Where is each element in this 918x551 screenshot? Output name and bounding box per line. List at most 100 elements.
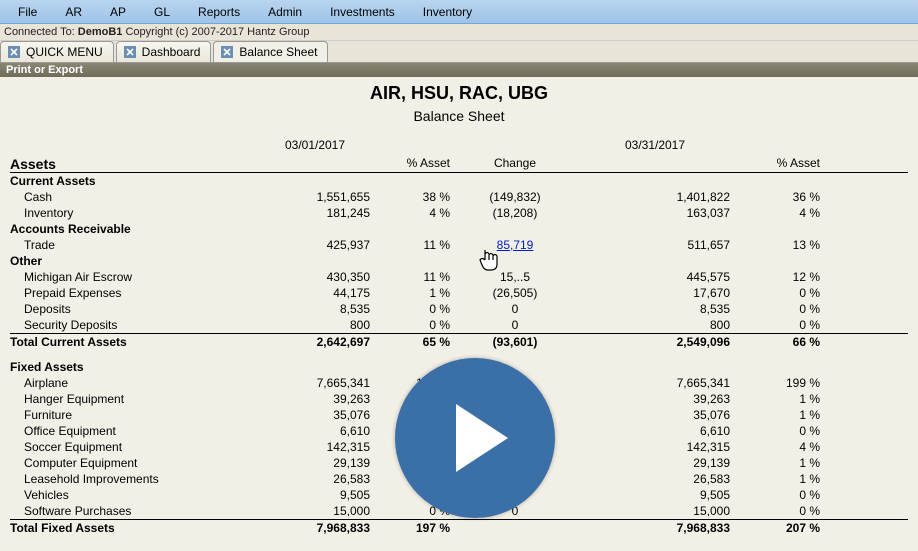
report-title: AIR, HSU, RAC, UBG	[10, 83, 908, 104]
row-value-1: 9,505	[260, 488, 370, 502]
row-value-2: 26,583	[580, 472, 730, 486]
status-copyright: Copyright (c) 2007-2017 Hantz Group	[122, 26, 309, 38]
total-current-assets-row: Total Current Assets2,642,69765 %(93,601…	[10, 333, 908, 349]
total-pct-2: 207 %	[730, 521, 820, 535]
row-value-1: 26,583	[260, 472, 370, 486]
menu-investments[interactable]: Investments	[316, 2, 409, 22]
play-button[interactable]	[395, 358, 555, 518]
menu-file[interactable]: File	[4, 2, 51, 22]
row-label: Software Purchases	[10, 504, 260, 518]
row-pct-1: 11 %	[370, 238, 450, 252]
row-value-2: 29,139	[580, 456, 730, 470]
table-row: Prepaid Expenses44,1751 %(26,505)17,6700…	[10, 285, 908, 301]
close-icon[interactable]	[123, 45, 137, 59]
total-pct-1: 65 %	[370, 335, 450, 349]
total-value-1: 7,968,833	[260, 521, 370, 535]
row-change: (18,208)	[450, 206, 580, 220]
pct-asset-header-1: % Asset	[370, 156, 450, 172]
row-pct-1: 11 %	[370, 270, 450, 284]
row-value-1: 15,000	[260, 504, 370, 518]
change-link[interactable]: 85,719	[497, 238, 534, 252]
tab-balance-sheet[interactable]: Balance Sheet	[213, 41, 328, 62]
row-value-1: 425,937	[260, 238, 370, 252]
menu-reports[interactable]: Reports	[184, 2, 254, 22]
total-value-2: 7,968,833	[580, 521, 730, 535]
other-heading: Other	[10, 254, 260, 268]
tab-dashboard[interactable]: Dashboard	[116, 41, 212, 62]
row-label: Security Deposits	[10, 318, 260, 332]
play-icon	[456, 404, 508, 472]
row-value-1: 7,665,341	[260, 376, 370, 390]
current-assets-heading: Current Assets	[10, 174, 260, 188]
change-header: Change	[450, 156, 580, 172]
row-change: 85,719	[450, 238, 580, 252]
close-icon[interactable]	[7, 45, 21, 59]
close-icon[interactable]	[220, 45, 234, 59]
status-bar: Connected To: DemoB1 Copyright (c) 2007-…	[0, 24, 918, 41]
table-row: Inventory181,2454 %(18,208)163,0374 %	[10, 205, 908, 221]
row-label: Inventory	[10, 206, 260, 220]
row-label: Computer Equipment	[10, 456, 260, 470]
row-value-2: 7,665,341	[580, 376, 730, 390]
row-value-2: 39,263	[580, 392, 730, 406]
menu-ar[interactable]: AR	[51, 2, 96, 22]
row-value-2: 8,535	[580, 302, 730, 316]
row-value-1: 35,076	[260, 408, 370, 422]
menu-inventory[interactable]: Inventory	[409, 2, 486, 22]
row-pct-2: 0 %	[730, 302, 820, 316]
status-db: DemoB1	[78, 26, 123, 38]
total-value-2: 2,549,096	[580, 335, 730, 349]
total-label: Total Current Assets	[10, 335, 260, 349]
row-label: Office Equipment	[10, 424, 260, 438]
print-export-bar[interactable]: Print or Export	[0, 63, 918, 77]
row-change: 0	[450, 318, 580, 332]
row-pct-2: 12 %	[730, 270, 820, 284]
row-pct-2: 1 %	[730, 408, 820, 422]
row-label: Deposits	[10, 302, 260, 316]
row-value-2: 163,037	[580, 206, 730, 220]
row-value-2: 511,657	[580, 238, 730, 252]
table-row: Michigan Air Escrow430,35011 %15,..5445,…	[10, 269, 908, 285]
row-value-1: 800	[260, 318, 370, 332]
total-value-1: 2,642,697	[260, 335, 370, 349]
row-pct-2: 1 %	[730, 392, 820, 406]
row-value-2: 142,315	[580, 440, 730, 454]
row-value-2: 17,670	[580, 286, 730, 300]
row-pct-2: 0 %	[730, 318, 820, 332]
row-pct-1: 1 %	[370, 286, 450, 300]
tab-strip: QUICK MENU Dashboard Balance Sheet	[0, 41, 918, 63]
tab-label: Dashboard	[142, 45, 201, 59]
menu-gl[interactable]: GL	[140, 2, 184, 22]
total-fixed-assets-row: Total Fixed Assets7,968,833197 %7,968,83…	[10, 519, 908, 535]
total-change: (93,601)	[450, 335, 580, 349]
tab-label: QUICK MENU	[26, 45, 103, 59]
row-value-1: 29,139	[260, 456, 370, 470]
accounts-receivable-heading: Accounts Receivable	[10, 222, 260, 236]
row-pct-1: 38 %	[370, 190, 450, 204]
date-col-2: 03/31/2017	[580, 138, 730, 152]
total-pct-1: 197 %	[370, 521, 450, 535]
row-pct-2: 0 %	[730, 286, 820, 300]
row-pct-2: 4 %	[730, 206, 820, 220]
table-row: Deposits8,5350 %08,5350 %	[10, 301, 908, 317]
row-value-1: 181,245	[260, 206, 370, 220]
row-label: Furniture	[10, 408, 260, 422]
row-label: Michigan Air Escrow	[10, 270, 260, 284]
row-value-1: 8,535	[260, 302, 370, 316]
menu-ap[interactable]: AP	[96, 2, 140, 22]
menu-bar: FileARAPGLReportsAdminInvestmentsInvento…	[0, 0, 918, 24]
tab-quick-menu[interactable]: QUICK MENU	[0, 41, 114, 62]
row-label: Vehicles	[10, 488, 260, 502]
row-value-1: 142,315	[260, 440, 370, 454]
table-row: Trade425,93711 %85,719511,65713 %	[10, 237, 908, 253]
row-label: Prepaid Expenses	[10, 286, 260, 300]
menu-admin[interactable]: Admin	[254, 2, 316, 22]
row-label: Hanger Equipment	[10, 392, 260, 406]
date-col-1: 03/01/2017	[260, 138, 370, 152]
pct-asset-header-2: % Asset	[730, 156, 820, 172]
row-pct-2: 1 %	[730, 456, 820, 470]
row-value-2: 6,610	[580, 424, 730, 438]
status-connected: Connected To:	[4, 26, 78, 38]
row-pct-1: 0 %	[370, 318, 450, 332]
row-pct-2: 1 %	[730, 472, 820, 486]
